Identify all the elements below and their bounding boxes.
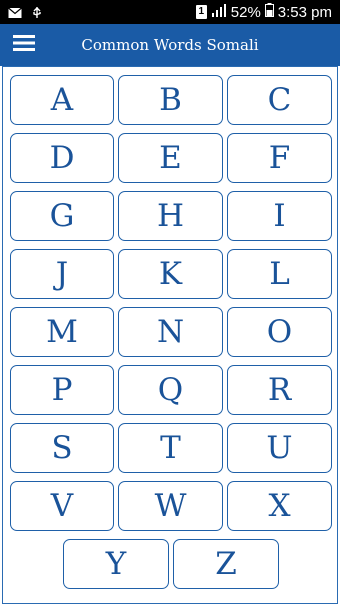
letter-button-e[interactable]: E [118,133,223,183]
letter-button-n[interactable]: N [118,307,223,357]
letter-button-c[interactable]: C [227,75,332,125]
letter-button-u[interactable]: U [227,423,332,473]
letter-button-f[interactable]: F [227,133,332,183]
battery-percent: 52% [230,3,261,21]
letter-button-m[interactable]: M [10,307,114,357]
status-left-icons [8,6,44,18]
letter-button-b[interactable]: B [118,75,223,125]
app-bar: Common Words Somali [0,24,340,66]
letter-button-o[interactable]: O [227,307,332,357]
letter-button-p[interactable]: P [10,365,114,415]
letter-button-g[interactable]: G [10,191,114,241]
letter-button-d[interactable]: D [10,133,114,183]
hamburger-menu-icon [13,34,35,57]
letter-button-s[interactable]: S [10,423,114,473]
letter-button-r[interactable]: R [227,365,332,415]
signal-icon [211,3,227,21]
letter-button-v[interactable]: V [10,481,114,531]
menu-button[interactable] [0,24,48,66]
status-bar: 1 52% 3:53 pm [0,0,340,24]
letter-button-w[interactable]: W [118,481,223,531]
letter-button-t[interactable]: T [118,423,223,473]
status-right-icons: 1 52% 3:53 pm [195,3,332,21]
letter-button-y[interactable]: Y [63,539,169,589]
battery-icon [264,3,274,21]
usb-icon [30,6,44,18]
email-notification-icon [8,6,22,18]
letter-button-l[interactable]: L [227,249,332,299]
app-title: Common Words Somali [81,36,259,54]
letter-grid: A B C D E F G H I J K L M N O P Q R S T … [2,66,338,604]
sim-indicator: 1 [195,5,207,19]
letter-button-a[interactable]: A [10,75,114,125]
letter-button-j[interactable]: J [10,249,114,299]
letter-button-x[interactable]: X [227,481,332,531]
letter-button-k[interactable]: K [118,249,223,299]
clock: 3:53 pm [277,3,332,21]
letter-button-h[interactable]: H [118,191,223,241]
letter-button-z[interactable]: Z [173,539,279,589]
letter-button-i[interactable]: I [227,191,332,241]
letter-button-q[interactable]: Q [118,365,223,415]
